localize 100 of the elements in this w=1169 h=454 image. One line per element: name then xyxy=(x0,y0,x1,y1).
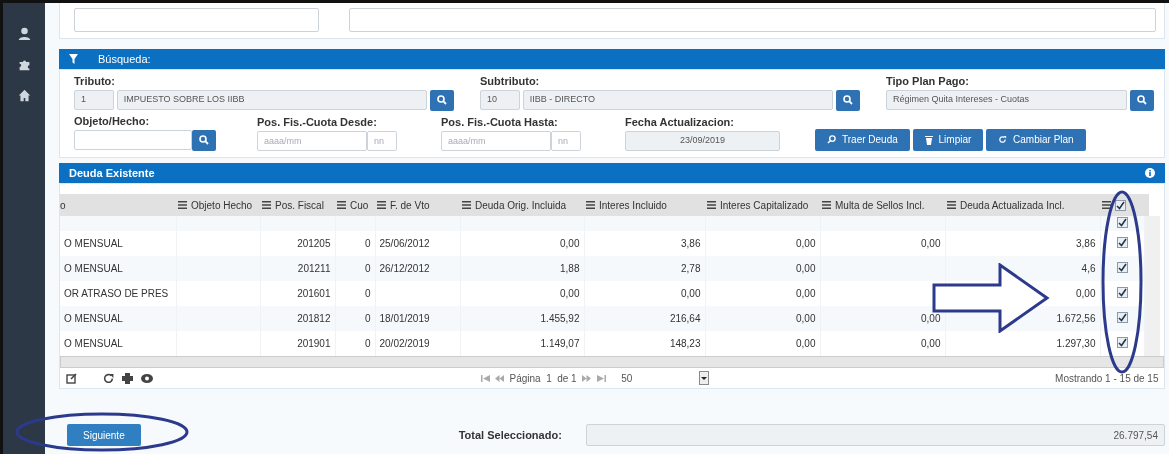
table-cell: 201901 xyxy=(297,338,331,350)
input-field[interactable]: Régimen Quita Intereses - Cuotas xyxy=(886,90,1128,110)
user-icon[interactable] xyxy=(17,27,31,40)
column-header[interactable]: o xyxy=(60,197,66,213)
table-cell: 0 xyxy=(364,263,371,275)
table-cell: OR ATRASO DE PRES xyxy=(64,288,169,300)
table-cell: 0 xyxy=(364,338,371,350)
dropdown-icon xyxy=(699,371,710,386)
table-cell: 25/06/2012 xyxy=(379,238,430,250)
checkbox[interactable] xyxy=(1116,287,1128,299)
trash-icon xyxy=(924,134,933,145)
eye-icon[interactable] xyxy=(140,373,153,383)
filter-icon xyxy=(69,54,78,64)
checkbox[interactable] xyxy=(1116,312,1128,324)
home-icon[interactable] xyxy=(17,89,31,102)
menu-icon[interactable] xyxy=(377,201,386,210)
puzzle-icon[interactable] xyxy=(17,58,31,71)
column-header[interactable]: Deuda Orig. Incluida xyxy=(475,197,567,213)
edit-icon[interactable] xyxy=(65,372,77,384)
table-cell: 0,00 xyxy=(796,313,816,325)
input-field[interactable] xyxy=(349,8,1156,32)
fetch-button[interactable]: Traer Deuda xyxy=(815,128,910,151)
search-icon xyxy=(1137,95,1147,105)
page-count: de 1 xyxy=(557,371,577,386)
next-button[interactable]: Siguiente xyxy=(67,424,141,446)
input-field[interactable]: 23/09/2019 xyxy=(625,130,780,151)
input-field[interactable]: aaaa/mm xyxy=(441,130,551,151)
info-icon[interactable] xyxy=(1145,168,1155,179)
panel-title: Búsqueda: xyxy=(98,51,151,67)
input-field[interactable]: 10 xyxy=(480,90,520,110)
table-cell: O MENSUAL xyxy=(64,338,123,350)
menu-icon[interactable] xyxy=(586,201,595,210)
search-button[interactable] xyxy=(1130,89,1154,111)
column-header[interactable]: Multa de Sellos Incl. xyxy=(835,197,925,213)
select-all-checkbox[interactable] xyxy=(1115,199,1126,211)
table-cell: 1,88 xyxy=(560,263,580,275)
table-cell: 201601 xyxy=(297,288,331,300)
column-header[interactable]: Deuda Actualizada Incl. xyxy=(960,197,1065,213)
menu-icon[interactable] xyxy=(1102,201,1111,210)
input-field[interactable]: 1 xyxy=(74,90,114,110)
checkbox[interactable] xyxy=(1116,237,1128,249)
column-header[interactable]: F. de Vto xyxy=(390,197,430,213)
input-field[interactable]: nn xyxy=(551,130,581,151)
table-cell: 20/02/2019 xyxy=(379,338,430,350)
search-icon xyxy=(437,95,447,105)
panel-title: Deuda Existente xyxy=(69,166,155,181)
search-button[interactable] xyxy=(192,129,216,151)
search-button[interactable] xyxy=(430,89,454,111)
table-cell: 0,00 xyxy=(796,338,816,350)
menu-icon[interactable] xyxy=(337,201,346,210)
table-cell: 201205 xyxy=(297,238,331,250)
search-button[interactable] xyxy=(836,89,860,111)
input-field[interactable]: aaaa/mm xyxy=(257,130,367,151)
menu-icon[interactable] xyxy=(178,201,187,210)
table-cell: 216,64 xyxy=(669,313,701,325)
column-header[interactable]: Interes Incluido xyxy=(599,197,667,213)
checkbox[interactable] xyxy=(1116,217,1128,229)
field-label: Tributo: xyxy=(74,74,116,89)
table-cell: 0,00 xyxy=(796,238,816,250)
column-header[interactable]: Objeto Hecho xyxy=(191,197,253,213)
table-cell: 201211 xyxy=(297,263,331,275)
table-cell: O MENSUAL xyxy=(64,263,123,275)
column-header[interactable]: Interes Capitalizado xyxy=(720,197,809,213)
search-icon xyxy=(827,135,836,145)
refresh-icon[interactable] xyxy=(102,372,114,384)
field-label: Tipo Plan Pago: xyxy=(886,74,970,89)
menu-icon[interactable] xyxy=(462,201,471,210)
input-field[interactable]: IMPUESTO SOBRE LOS IIBB xyxy=(116,90,428,110)
clear-button[interactable]: Limpiar xyxy=(912,128,984,151)
table-cell: 148,23 xyxy=(669,338,701,350)
input-field[interactable] xyxy=(74,130,192,151)
table-cell: 0,00 xyxy=(796,263,816,275)
table-cell: 0 xyxy=(364,313,371,325)
table-cell: 0,00 xyxy=(921,313,941,325)
input-field[interactable] xyxy=(74,8,319,32)
page-number[interactable]: 1 xyxy=(546,370,552,386)
field-label: Fecha Actualizacion: xyxy=(625,115,735,131)
table-cell: 18/01/2019 xyxy=(379,313,430,325)
menu-icon[interactable] xyxy=(822,201,831,210)
column-header[interactable]: Pos. Fiscal xyxy=(275,197,324,213)
column-header[interactable]: Cuo xyxy=(350,197,369,213)
input-field[interactable]: nn xyxy=(367,130,397,151)
change-button[interactable]: Cambiar Plan xyxy=(986,128,1086,151)
checkbox[interactable] xyxy=(1116,262,1128,274)
menu-icon[interactable] xyxy=(707,201,716,210)
input-field[interactable]: IIBB - DIRECTO xyxy=(522,90,834,110)
table-cell: 3,86 xyxy=(1076,238,1096,250)
table-cell: 1.297,30 xyxy=(1056,338,1096,350)
table-cell: 0,00 xyxy=(921,238,941,250)
total-field: 26.797,54 xyxy=(585,424,1165,446)
table-cell: 201812 xyxy=(297,313,331,325)
menu-icon[interactable] xyxy=(262,201,271,210)
page-size-select[interactable]: 50 xyxy=(611,370,710,386)
record-summary: Mostrando 1 - 15 de 15 xyxy=(1055,371,1159,386)
menu-icon[interactable] xyxy=(947,201,956,210)
table-cell: O MENSUAL xyxy=(64,238,123,250)
checkbox[interactable] xyxy=(1116,337,1128,349)
table-cell: 3,86 xyxy=(681,238,701,250)
table-cell: 0,00 xyxy=(560,238,580,250)
table-cell: 0,00 xyxy=(921,338,941,350)
